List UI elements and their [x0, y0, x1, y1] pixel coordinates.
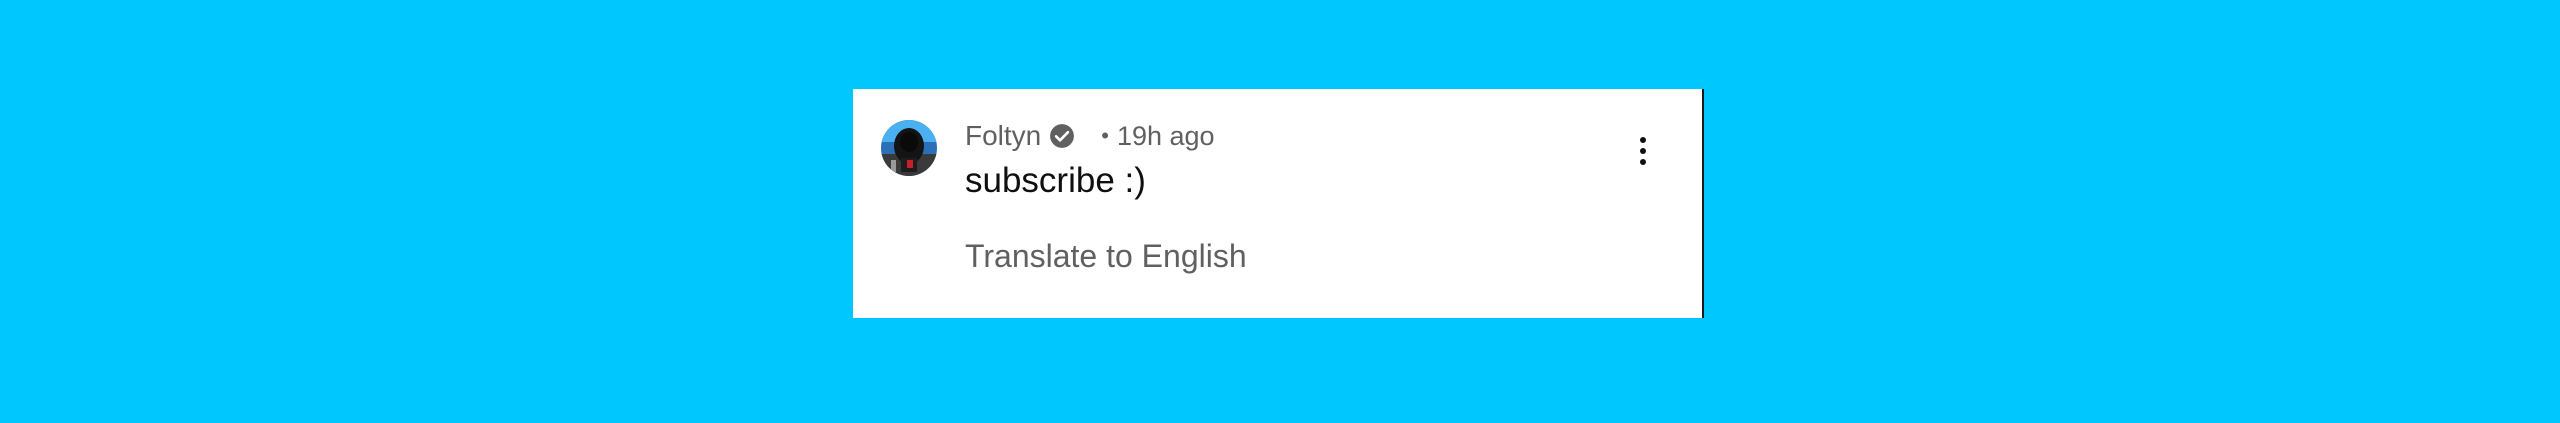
comment-card: Foltyn • 19h ago subscribe :) Translate …	[853, 89, 1704, 318]
comment-header: Foltyn • 19h ago	[965, 119, 1215, 153]
more-options-button[interactable]	[1623, 129, 1663, 173]
comment-timestamp[interactable]: 19h ago	[1117, 119, 1215, 153]
avatar-image	[881, 120, 937, 176]
verified-check-icon	[1049, 123, 1075, 149]
translate-button[interactable]: Translate to English	[965, 236, 1247, 276]
more-vertical-icon	[1640, 137, 1646, 165]
author-name[interactable]: Foltyn	[965, 119, 1041, 153]
avatar[interactable]	[881, 120, 937, 176]
comment-text: subscribe :)	[965, 161, 1146, 200]
header-separator: •	[1101, 123, 1109, 148]
